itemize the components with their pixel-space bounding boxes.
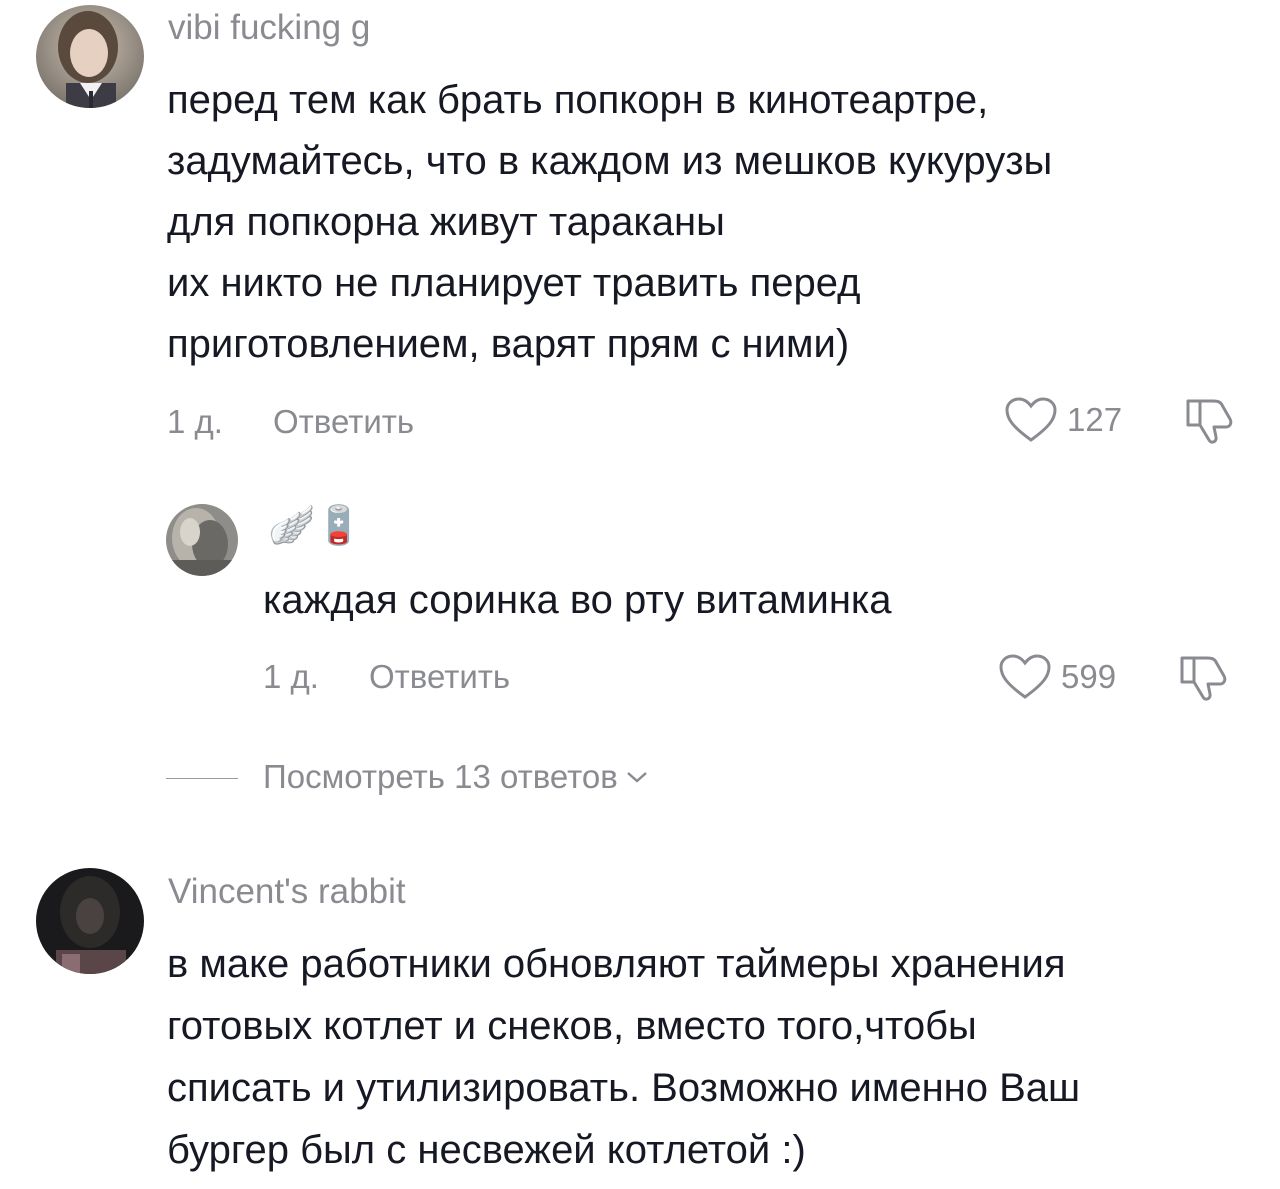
view-replies-button[interactable]: Посмотреть 13 ответов xyxy=(263,758,648,796)
comment-text-line: в маке работники обновляют таймеры хране… xyxy=(167,942,1066,986)
avatar[interactable] xyxy=(166,504,238,576)
comment-username[interactable]: vibi fucking g xyxy=(168,8,370,48)
comment-text-line: бургер был с несвежей котлетой :) xyxy=(167,1128,806,1172)
comment-text-line: перед тем как брать попкорн в кинотеартр… xyxy=(167,78,989,122)
comment-text-line: каждая соринка во рту витаминка xyxy=(263,578,892,622)
comment-age: 1 д. xyxy=(263,658,319,695)
dislike-button[interactable] xyxy=(1182,397,1236,450)
comment-text-line: их никто не планирует травить перед xyxy=(167,261,861,305)
comment-age: 1 д. xyxy=(167,403,223,440)
divider xyxy=(166,778,238,779)
heart-icon xyxy=(1005,397,1057,442)
view-replies-label: Посмотреть 13 ответов xyxy=(263,758,618,795)
thumbs-down-icon xyxy=(1186,399,1233,444)
chevron-down-icon xyxy=(626,772,647,783)
comment-text-line: списать и утилизировать. Возможно именно… xyxy=(167,1066,1081,1110)
like-button[interactable]: 127 xyxy=(1005,397,1122,443)
like-count: 127 xyxy=(1067,401,1123,438)
comment-username[interactable]: 🪽🪫 xyxy=(268,504,363,548)
like-button[interactable]: 599 xyxy=(999,654,1116,700)
reply-button[interactable]: Ответить xyxy=(369,658,510,696)
comment-text-line: задумайтесь, что в каждом из мешков куку… xyxy=(167,139,1053,183)
comment: vibi fucking g перед тем как брать попко… xyxy=(0,0,1280,460)
like-count: 599 xyxy=(1061,658,1117,695)
avatar[interactable] xyxy=(36,5,144,108)
comment-text-line: для попкорна живут тараканы xyxy=(167,200,725,244)
comment-username[interactable]: Vincent's rabbit xyxy=(168,872,406,912)
avatar[interactable] xyxy=(36,868,144,974)
dislike-button[interactable] xyxy=(1176,654,1230,707)
comment-text-line: приготовлением, варят прям с ними) xyxy=(167,322,850,366)
reply-button[interactable]: Ответить xyxy=(273,403,414,441)
reply-comment: 🪽🪫 каждая соринка во рту витаминка 1 д. … xyxy=(0,480,1280,720)
heart-icon xyxy=(999,654,1051,699)
comment-text-line: готовых котлет и снеков, вместо того,что… xyxy=(167,1004,977,1048)
comment: Vincent's rabbit в маке работники обновл… xyxy=(0,860,1280,1189)
thumbs-down-icon xyxy=(1180,656,1227,701)
